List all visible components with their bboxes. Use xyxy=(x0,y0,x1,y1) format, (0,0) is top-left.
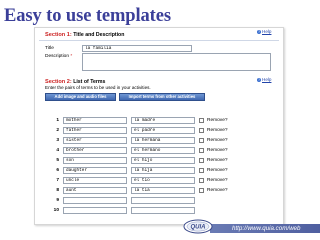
section1-header: Section 1: Title and Description xyxy=(45,32,124,38)
definition-input[interactable]: el hermano xyxy=(131,147,195,154)
row-number: 4 xyxy=(56,148,59,153)
quia-logo: QUIA xyxy=(183,219,213,234)
remove-checkbox[interactable] xyxy=(199,128,204,133)
instructions-text: Enter the pairs of terms to be used in y… xyxy=(45,85,151,90)
remove-label: Remove? xyxy=(207,138,228,143)
definition-input[interactable]: la hermana xyxy=(131,137,195,144)
logo-text: QUIA xyxy=(191,225,206,231)
row-number: 6 xyxy=(56,168,59,173)
section1-divider xyxy=(39,40,279,41)
definition-input[interactable]: la tia xyxy=(131,187,195,194)
term-input[interactable]: son xyxy=(63,157,127,164)
section1-number: Section 1: xyxy=(45,32,72,38)
remove-checkbox[interactable] xyxy=(199,158,204,163)
row-number: 3 xyxy=(56,138,59,143)
definition-input[interactable]: el tio xyxy=(131,177,195,184)
remove-checkbox[interactable] xyxy=(199,138,204,143)
description-label: Description * xyxy=(45,54,72,59)
remove-label: Remove? xyxy=(207,178,228,183)
row-number: 10 xyxy=(53,208,59,213)
remove-checkbox[interactable] xyxy=(199,168,204,173)
definition-input[interactable] xyxy=(131,207,195,214)
term-input[interactable]: daughter xyxy=(63,167,127,174)
quia-template-panel: Section 1: Title and Description ? Help T… xyxy=(34,27,284,225)
description-label-text: Description xyxy=(45,54,69,59)
title-label: Title xyxy=(45,46,54,51)
section2-help-label: Help xyxy=(262,77,272,82)
remove-checkbox[interactable] xyxy=(199,188,204,193)
term-input[interactable]: sister xyxy=(63,137,127,144)
help-icon: ? xyxy=(257,77,261,82)
add-image-audio-button[interactable]: Add image and audio files xyxy=(45,93,116,101)
term-input[interactable]: mother xyxy=(63,117,127,124)
row-number: 2 xyxy=(56,128,59,133)
remove-label: Remove? xyxy=(207,128,228,133)
description-textarea[interactable] xyxy=(82,53,271,71)
row-number: 7 xyxy=(56,178,59,183)
row-number: 9 xyxy=(56,198,59,203)
term-input[interactable] xyxy=(63,207,127,214)
section1-name: Title and Description xyxy=(73,32,125,38)
definition-input[interactable]: el padre xyxy=(131,127,195,134)
definition-input[interactable]: la madre xyxy=(131,117,195,124)
term-input[interactable]: father xyxy=(63,127,127,134)
row-number: 8 xyxy=(56,188,59,193)
help-icon: ? xyxy=(257,29,261,34)
required-mark: * xyxy=(70,54,73,59)
footer-url[interactable]: http://www.quia.com/web xyxy=(232,225,300,232)
definition-input[interactable]: la hija xyxy=(131,167,195,174)
import-terms-button[interactable]: Import terms from other activities xyxy=(119,93,205,101)
term-input[interactable]: uncle xyxy=(63,177,127,184)
remove-label: Remove? xyxy=(207,168,228,173)
remove-label: Remove? xyxy=(207,118,228,123)
row-number: 1 xyxy=(56,118,59,123)
term-input[interactable]: aunt xyxy=(63,187,127,194)
row-number: 5 xyxy=(56,158,59,163)
remove-checkbox[interactable] xyxy=(199,118,204,123)
term-input[interactable] xyxy=(63,197,127,204)
section1-help-link[interactable]: ? Help xyxy=(257,29,271,34)
definition-input[interactable] xyxy=(131,197,195,204)
slide-title: Easy to use templates xyxy=(4,6,171,26)
title-input[interactable]: la familia xyxy=(82,45,192,52)
term-input[interactable]: brother xyxy=(63,147,127,154)
section1-help-label: Help xyxy=(262,29,272,34)
remove-label: Remove? xyxy=(207,148,228,153)
remove-checkbox[interactable] xyxy=(199,178,204,183)
remove-checkbox[interactable] xyxy=(199,148,204,153)
remove-label: Remove? xyxy=(207,158,228,163)
section2-help-link[interactable]: ? Help xyxy=(257,77,271,82)
definition-input[interactable]: el hijo xyxy=(131,157,195,164)
remove-label: Remove? xyxy=(207,188,228,193)
